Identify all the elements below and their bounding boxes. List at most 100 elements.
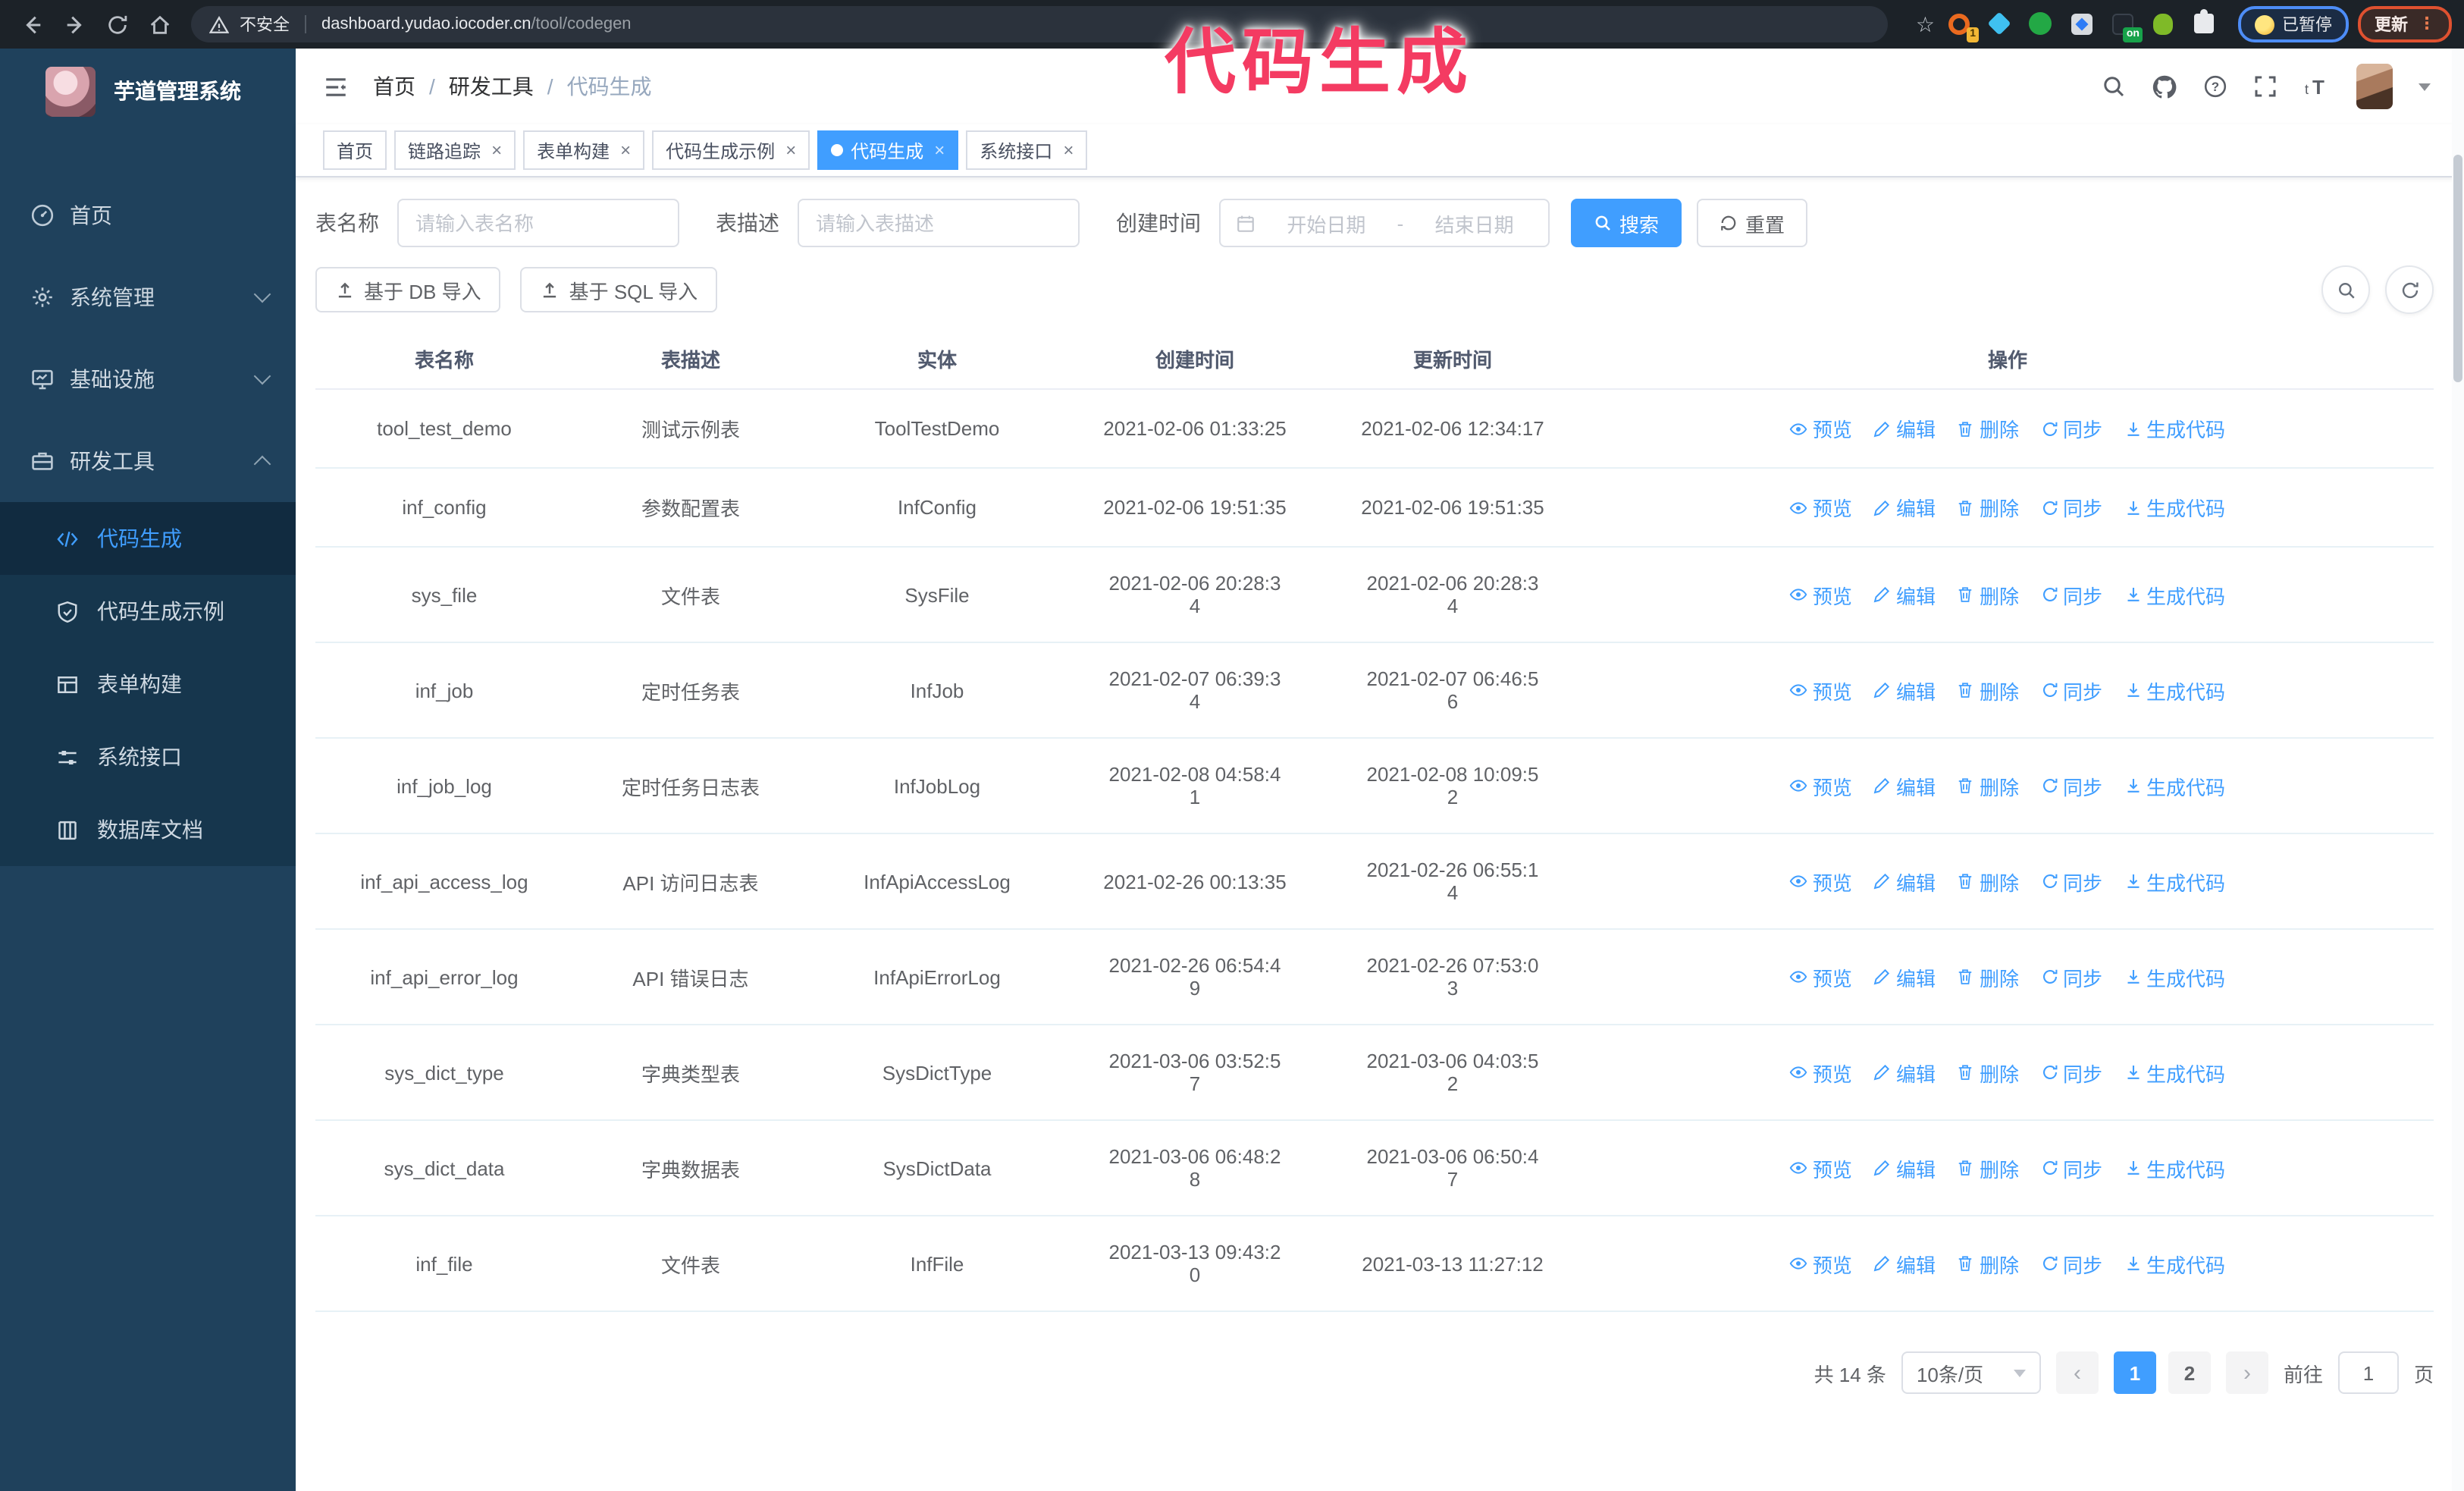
check-extension-icon[interactable] [2029, 12, 2053, 36]
user-menu-caret-icon[interactable] [2419, 83, 2431, 90]
action-预览-link[interactable]: 预览 [1790, 676, 1852, 705]
action-同步-link[interactable]: 同步 [2040, 1154, 2102, 1182]
action-删除-link[interactable]: 删除 [1957, 1249, 2019, 1278]
action-预览-link[interactable]: 预览 [1790, 580, 1852, 609]
sidebar-subitem-表单构建[interactable]: 表单构建 [0, 648, 296, 720]
reset-button[interactable]: 重置 [1697, 199, 1808, 247]
action-预览-link[interactable]: 预览 [1790, 1154, 1852, 1182]
tab-系统接口[interactable]: 系统接口 × [966, 130, 1088, 170]
action-删除-link[interactable]: 删除 [1957, 962, 2019, 991]
action-编辑-link[interactable]: 编辑 [1873, 580, 1936, 609]
action-生成代码-link[interactable]: 生成代码 [2124, 493, 2225, 522]
action-同步-link[interactable]: 同步 [2040, 867, 2102, 896]
close-tab-icon[interactable]: × [785, 141, 796, 159]
paused-badge[interactable]: 已暂停 [2238, 6, 2349, 42]
sidebar-subitem-代码生成示例[interactable]: 代码生成示例 [0, 575, 296, 648]
action-删除-link[interactable]: 删除 [1957, 1154, 2019, 1182]
action-生成代码-link[interactable]: 生成代码 [2124, 771, 2225, 800]
action-编辑-link[interactable]: 编辑 [1873, 493, 1936, 522]
search-icon[interactable] [2102, 74, 2126, 99]
action-删除-link[interactable]: 删除 [1957, 771, 2019, 800]
action-生成代码-link[interactable]: 生成代码 [2124, 867, 2225, 896]
close-tab-icon[interactable]: × [1063, 141, 1074, 159]
dark-extension-icon[interactable]: on [2111, 12, 2143, 42]
action-预览-link[interactable]: 预览 [1790, 1249, 1852, 1278]
action-删除-link[interactable]: 删除 [1957, 676, 2019, 705]
tab-首页[interactable]: 首页 [323, 130, 387, 170]
action-编辑-link[interactable]: 编辑 [1873, 414, 1936, 443]
grid-extension-icon[interactable] [2070, 12, 2094, 36]
sidebar-subitem-codegen-active[interactable]: 代码生成 [0, 502, 296, 575]
close-tab-icon[interactable]: × [934, 141, 945, 159]
action-编辑-link[interactable]: 编辑 [1873, 771, 1936, 800]
sidebar-item-infra[interactable]: 基础设施 [0, 338, 296, 420]
action-同步-link[interactable]: 同步 [2040, 414, 2102, 443]
action-编辑-link[interactable]: 编辑 [1873, 1058, 1936, 1087]
sidebar-subitem-系统接口[interactable]: 系统接口 [0, 720, 296, 793]
action-删除-link[interactable]: 删除 [1957, 867, 2019, 896]
page-button-1[interactable]: 1 [2113, 1351, 2156, 1394]
tab-链路追踪[interactable]: 链路追踪 × [394, 130, 516, 170]
action-删除-link[interactable]: 删除 [1957, 1058, 2019, 1087]
tab-表单构建[interactable]: 表单构建 × [523, 130, 645, 170]
action-预览-link[interactable]: 预览 [1790, 962, 1852, 991]
action-同步-link[interactable]: 同步 [2040, 962, 2102, 991]
action-预览-link[interactable]: 预览 [1790, 867, 1852, 896]
action-同步-link[interactable]: 同步 [2040, 676, 2102, 705]
search-button[interactable]: 搜索 [1571, 199, 1682, 247]
close-tab-icon[interactable]: × [491, 141, 502, 159]
action-编辑-link[interactable]: 编辑 [1873, 676, 1936, 705]
browser-menu-icon[interactable]: ⋮ [2419, 16, 2435, 33]
table-name-input[interactable] [397, 199, 679, 247]
action-生成代码-link[interactable]: 生成代码 [2124, 1154, 2225, 1182]
page-size-select[interactable]: 10条/页 [1901, 1351, 2041, 1394]
action-生成代码-link[interactable]: 生成代码 [2124, 580, 2225, 609]
gem-extension-icon[interactable] [1987, 11, 2012, 36]
browser-back-icon[interactable] [12, 5, 52, 44]
sidebar-subitem-数据库文档[interactable]: 数据库文档 [0, 793, 296, 866]
refresh-button[interactable] [2385, 265, 2434, 314]
action-预览-link[interactable]: 预览 [1790, 414, 1852, 443]
action-删除-link[interactable]: 删除 [1957, 580, 2019, 609]
puzzle-extension-icon[interactable] [2193, 9, 2217, 36]
sidebar-item-devtools[interactable]: 研发工具 [0, 420, 296, 502]
action-同步-link[interactable]: 同步 [2040, 493, 2102, 522]
prev-page-button[interactable]: ‹ [2055, 1351, 2099, 1394]
action-生成代码-link[interactable]: 生成代码 [2124, 676, 2225, 705]
browser-home-icon[interactable] [140, 5, 179, 44]
font-size-icon[interactable]: tT [2303, 74, 2331, 99]
breadcrumb-devtools[interactable]: 研发工具 [449, 71, 534, 102]
action-预览-link[interactable]: 预览 [1790, 1058, 1852, 1087]
action-同步-link[interactable]: 同步 [2040, 1249, 2102, 1278]
browser-forward-icon[interactable] [55, 5, 94, 44]
action-同步-link[interactable]: 同步 [2040, 771, 2102, 800]
page-button-2[interactable]: 2 [2168, 1351, 2211, 1394]
breadcrumb-home[interactable]: 首页 [373, 71, 415, 102]
action-生成代码-link[interactable]: 生成代码 [2124, 1249, 2225, 1278]
green-extension-icon[interactable] [2152, 12, 2176, 36]
action-预览-link[interactable]: 预览 [1790, 771, 1852, 800]
browser-reload-icon[interactable] [97, 5, 136, 44]
import-db-button[interactable]: 基于 DB 导入 [315, 267, 501, 312]
update-button[interactable]: 更新 ⋮ [2358, 6, 2452, 42]
github-icon[interactable] [2152, 74, 2177, 99]
import-sql-button[interactable]: 基于 SQL 导入 [520, 267, 718, 312]
action-编辑-link[interactable]: 编辑 [1873, 1249, 1936, 1278]
action-同步-link[interactable]: 同步 [2040, 1058, 2102, 1087]
help-icon[interactable]: ? [2203, 74, 2227, 99]
action-同步-link[interactable]: 同步 [2040, 580, 2102, 609]
action-生成代码-link[interactable]: 生成代码 [2124, 414, 2225, 443]
close-tab-icon[interactable]: × [620, 141, 631, 159]
user-avatar[interactable] [2356, 64, 2393, 109]
action-生成代码-link[interactable]: 生成代码 [2124, 1058, 2225, 1087]
sidebar-item-home[interactable]: 首页 [0, 174, 296, 256]
tab-代码生成示例[interactable]: 代码生成示例 × [652, 130, 810, 170]
sidebar-item-system[interactable]: 系统管理 [0, 256, 296, 338]
action-编辑-link[interactable]: 编辑 [1873, 867, 1936, 896]
action-预览-link[interactable]: 预览 [1790, 493, 1852, 522]
goto-page-input[interactable] [2337, 1351, 2399, 1394]
action-生成代码-link[interactable]: 生成代码 [2124, 962, 2225, 991]
tab-代码生成[interactable]: 代码生成 × [817, 130, 959, 170]
scrollbar-thumb[interactable] [2453, 155, 2462, 382]
toggle-search-button[interactable] [2321, 265, 2370, 314]
